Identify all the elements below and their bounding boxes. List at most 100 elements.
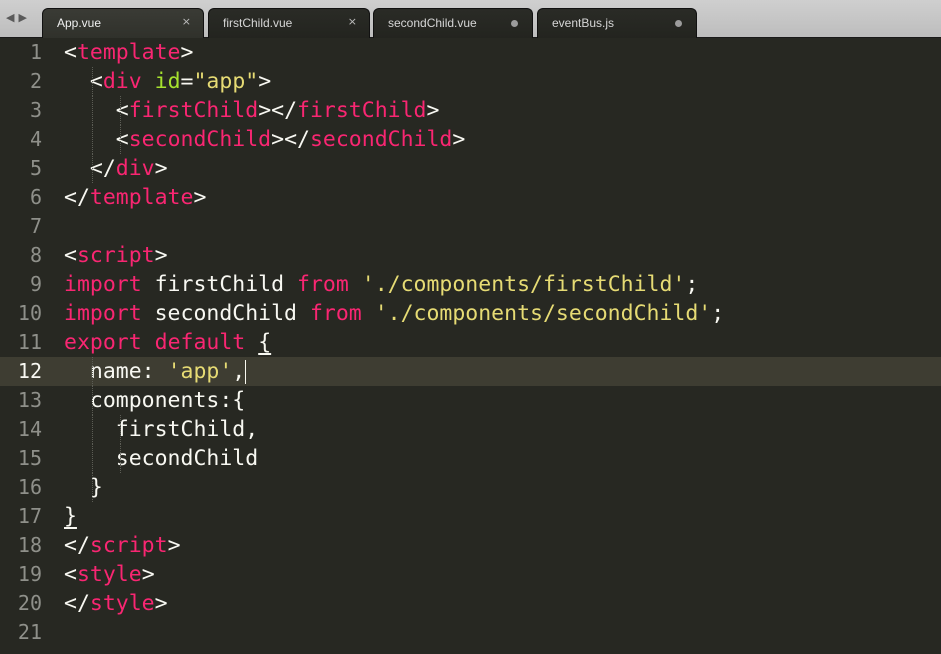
code-line[interactable]: <style> xyxy=(0,560,941,589)
code-line[interactable]: import firstChild from './components/fir… xyxy=(0,270,941,299)
code-token: </ xyxy=(64,591,90,616)
line-number: 1 xyxy=(29,40,42,64)
code-line[interactable]: firstChild, xyxy=(0,415,941,444)
code-token: > xyxy=(426,98,440,123)
code-token: < xyxy=(64,69,103,94)
code-token: div xyxy=(102,69,142,94)
code-token: > xyxy=(180,40,194,65)
unsaved-dot-icon[interactable] xyxy=(511,20,518,27)
indent-guide xyxy=(119,444,121,473)
code-token: < xyxy=(64,40,77,65)
code-editor[interactable]: <template> <div id="app"> <firstChild></… xyxy=(0,38,941,654)
code-line[interactable]: <secondChild></secondChild> xyxy=(0,125,941,154)
code-line[interactable]: <template> xyxy=(0,38,941,67)
code-line[interactable] xyxy=(0,618,941,647)
tab-label: secondChild.vue xyxy=(388,16,477,30)
code-token: } xyxy=(64,475,103,500)
tab-app-vue[interactable]: App.vue × xyxy=(42,8,204,38)
code-token: name: xyxy=(64,359,168,384)
code-token: < xyxy=(64,243,77,268)
line-number: 21 xyxy=(17,620,42,644)
code-line[interactable] xyxy=(0,212,941,241)
tab-forward-icon[interactable]: ▶ xyxy=(18,11,30,24)
code-token: > xyxy=(154,591,168,616)
code-token: id xyxy=(154,69,181,94)
indent-guide xyxy=(91,125,93,154)
tab-label: eventBus.js xyxy=(552,16,615,30)
indent-guide xyxy=(91,96,93,125)
code-line[interactable]: <script> xyxy=(0,241,941,270)
code-token: "app" xyxy=(193,69,259,94)
tab-eventbus-js[interactable]: eventBus.js xyxy=(537,8,697,38)
line-number: 7 xyxy=(29,214,42,238)
code-token: > xyxy=(141,562,155,587)
line-number: 14 xyxy=(17,417,42,441)
line-number: 20 xyxy=(17,591,42,615)
line-number: 15 xyxy=(17,446,42,470)
code-token: script xyxy=(89,533,168,558)
line-number: 8 xyxy=(29,243,42,267)
line-number: 17 xyxy=(17,504,42,528)
indent-guide xyxy=(91,473,93,502)
code-line[interactable]: export default { xyxy=(0,328,941,357)
code-line[interactable]: </template> xyxy=(0,183,941,212)
tab-firstchild-vue[interactable]: firstChild.vue × xyxy=(208,8,370,38)
indent-guide xyxy=(91,67,93,96)
tab-secondchild-vue[interactable]: secondChild.vue xyxy=(373,8,533,38)
line-number: 4 xyxy=(29,127,42,151)
code-token: secondChild xyxy=(141,301,310,326)
code-line[interactable]: <firstChild></firstChild> xyxy=(0,96,941,125)
code-line[interactable]: } xyxy=(0,502,941,531)
code-token: { xyxy=(258,330,272,355)
indent-guide xyxy=(91,357,93,386)
indent-guide xyxy=(91,386,93,415)
code-line[interactable]: </style> xyxy=(0,589,941,618)
code-token: firstChild xyxy=(128,98,259,123)
line-number: 5 xyxy=(29,156,42,180)
code-token: ></ xyxy=(258,98,298,123)
code-line[interactable]: components:{ xyxy=(0,386,941,415)
line-number: 16 xyxy=(17,475,42,499)
code-token: 'app' xyxy=(167,359,233,384)
tab-back-icon[interactable]: ◀ xyxy=(6,11,18,24)
line-number: 6 xyxy=(29,185,42,209)
line-number: 2 xyxy=(29,69,42,93)
tab-label: firstChild.vue xyxy=(223,16,293,30)
code-line[interactable]: secondChild xyxy=(0,444,941,473)
close-icon[interactable]: × xyxy=(182,15,191,28)
tab-bar: ◀▶ App.vue × firstChild.vue × secondChil… xyxy=(0,0,941,38)
code-token: = xyxy=(180,69,194,94)
code-line[interactable]: import secondChild from './components/se… xyxy=(0,299,941,328)
code-token: default xyxy=(154,330,246,355)
code-line[interactable]: </script> xyxy=(0,531,941,560)
code-token: secondChild xyxy=(309,127,453,152)
code-token: ; xyxy=(711,301,725,326)
code-token: firstChild xyxy=(297,98,427,123)
line-number: 18 xyxy=(17,533,42,557)
code-line[interactable]: <div id="app"> xyxy=(0,67,941,96)
indent-guide xyxy=(91,444,93,473)
line-number: 11 xyxy=(17,330,42,354)
code-token: > xyxy=(452,127,466,152)
code-line[interactable]: </div> xyxy=(0,154,941,183)
indent-guide xyxy=(119,125,121,154)
line-number: 3 xyxy=(29,98,42,122)
line-number-gutter: 1 2 3 4 5 6 7 8 9 10 11 12 13 14 15 16 17 18 19 20 21 xyxy=(0,38,50,647)
code-line[interactable]: } xyxy=(0,473,941,502)
code-token: < xyxy=(64,562,77,587)
code-lines[interactable]: <template> <div id="app"> <firstChild></… xyxy=(0,38,941,647)
code-token: import xyxy=(64,301,142,326)
unsaved-dot-icon[interactable] xyxy=(675,20,682,27)
tab-nav-arrows[interactable]: ◀▶ xyxy=(6,11,31,24)
code-token: div xyxy=(115,156,155,181)
code-token: secondChild xyxy=(64,446,259,471)
code-token: secondChild xyxy=(128,127,272,152)
code-token: './components/secondChild' xyxy=(374,301,712,326)
close-icon[interactable]: × xyxy=(348,15,357,28)
tab-label: App.vue xyxy=(57,16,102,30)
indent-guide xyxy=(119,415,121,444)
code-line[interactable]: name: 'app', xyxy=(0,357,941,386)
